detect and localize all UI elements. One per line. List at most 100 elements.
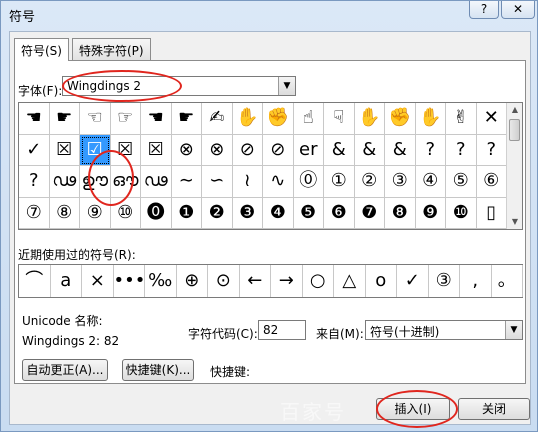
symbol-cell[interactable]: ? bbox=[415, 134, 446, 166]
symbol-cell[interactable]: & bbox=[354, 134, 385, 166]
symbol-cell[interactable]: ✕ bbox=[476, 103, 507, 135]
symbol-cell[interactable]: ഔ bbox=[110, 166, 141, 198]
symbol-cell[interactable]: ? bbox=[476, 134, 507, 166]
recent-symbol-cell[interactable]: a bbox=[51, 265, 82, 297]
chevron-down-icon[interactable]: ▼ bbox=[505, 321, 522, 339]
recent-symbols-label: 近期使用过的符号(R): bbox=[18, 248, 136, 262]
help-button[interactable]: ? bbox=[469, 1, 499, 19]
insert-button[interactable]: 插入(I) bbox=[376, 398, 450, 420]
symbol-cell[interactable]: ❿ bbox=[446, 197, 477, 229]
symbol-cell[interactable]: ❽ bbox=[385, 197, 416, 229]
symbol-cell[interactable]: ☒ bbox=[141, 134, 172, 166]
symbol-cell[interactable]: ② bbox=[354, 166, 385, 198]
recent-symbol-cell[interactable]: ⊙ bbox=[208, 265, 240, 297]
symbol-cell[interactable]: ☞ bbox=[110, 103, 141, 135]
symbol-cell[interactable]: ⊗ bbox=[202, 134, 233, 166]
symbol-cell[interactable]: ✍ bbox=[202, 103, 233, 135]
symbol-grid-scrollbar[interactable]: ▲ ▼ bbox=[506, 103, 522, 229]
symbol-cell[interactable]: ഢ bbox=[49, 166, 80, 198]
symbol-cell[interactable]: ☑ bbox=[80, 134, 111, 166]
symbol-cell[interactable]: ⑦ bbox=[19, 197, 50, 229]
symbol-cell[interactable]: ☒ bbox=[110, 134, 141, 166]
char-code-input[interactable]: 82 bbox=[258, 320, 306, 340]
symbol-cell[interactable]: ഢ bbox=[141, 166, 172, 198]
recent-symbol-cell[interactable]: ③ bbox=[429, 265, 460, 297]
recent-symbol-cell[interactable]: △ bbox=[334, 265, 366, 297]
symbol-cell[interactable]: ⓿ bbox=[141, 197, 172, 229]
symbol-cell[interactable]: ❶ bbox=[171, 197, 202, 229]
symbol-cell[interactable]: ▯ bbox=[476, 197, 507, 229]
symbol-cell[interactable]: ④ bbox=[415, 166, 446, 198]
symbol-cell[interactable]: ? bbox=[19, 166, 50, 198]
recent-symbol-cell[interactable]: × bbox=[82, 265, 114, 297]
tab-special-characters[interactable]: 特殊字符(P) bbox=[72, 38, 151, 60]
chevron-down-icon[interactable]: ▼ bbox=[278, 77, 295, 95]
recent-symbols-row: ⌒ a × ••• ‰ ⊕ ⊙ ← → ○ △ o ✓ ③,。 bbox=[18, 264, 523, 298]
symbol-cell[interactable]: ❸ bbox=[232, 197, 263, 229]
symbol-cell[interactable]: ⊘ bbox=[232, 134, 263, 166]
symbol-cell[interactable]: ☒ bbox=[49, 134, 80, 166]
symbol-cell[interactable]: ∼ bbox=[171, 166, 202, 198]
autocorrect-button[interactable]: 自动更正(A)... bbox=[22, 359, 108, 381]
symbol-cell[interactable]: ☝ bbox=[293, 103, 324, 135]
symbol-cell[interactable]: ❼ bbox=[354, 197, 385, 229]
symbol-cell[interactable]: ⑤ bbox=[446, 166, 477, 198]
symbol-cell[interactable]: ഊ bbox=[80, 166, 111, 198]
recent-symbol-cell[interactable]: ← bbox=[240, 265, 271, 297]
symbol-cell[interactable]: ☚ bbox=[141, 103, 172, 135]
symbol-cell[interactable]: ✌ bbox=[446, 103, 477, 135]
window-close-button[interactable]: ✕ bbox=[501, 1, 535, 19]
scroll-thumb[interactable] bbox=[509, 119, 520, 141]
symbol-cell[interactable]: ⊘ bbox=[263, 134, 294, 166]
symbol-cell[interactable]: ✋ bbox=[354, 103, 385, 135]
symbol-cell[interactable]: ⓪ bbox=[293, 166, 324, 198]
symbol-cell[interactable]: ⑩ bbox=[110, 197, 141, 229]
symbol-cell[interactable]: ❾ bbox=[415, 197, 446, 229]
symbol-cell[interactable]: ✊ bbox=[385, 103, 416, 135]
recent-symbol-cell[interactable]: → bbox=[271, 265, 303, 297]
scroll-up-icon[interactable]: ▲ bbox=[507, 103, 523, 117]
recent-symbol-cell[interactable]: , bbox=[460, 265, 492, 297]
recent-symbol-cell[interactable]: ○ bbox=[303, 265, 334, 297]
from-dropdown[interactable]: 符号(十进制) ▼ bbox=[365, 320, 523, 340]
symbol-cell[interactable]: ❷ bbox=[202, 197, 233, 229]
symbol-cell[interactable]: & bbox=[385, 134, 416, 166]
symbol-cell[interactable]: & bbox=[324, 134, 355, 166]
symbol-cell[interactable]: ☟ bbox=[324, 103, 355, 135]
symbol-cell[interactable]: ☜ bbox=[80, 103, 111, 135]
symbol-cell[interactable]: ✓ bbox=[19, 134, 50, 166]
symbol-cell[interactable]: ∿ bbox=[263, 166, 294, 198]
font-dropdown[interactable]: Wingdings 2 ▼ bbox=[62, 76, 296, 96]
watermark: 百家号 bbox=[280, 400, 346, 424]
recent-symbol-cell[interactable]: ✓ bbox=[397, 265, 429, 297]
symbol-cell[interactable]: ✋ bbox=[232, 103, 263, 135]
symbol-cell[interactable]: ? bbox=[446, 134, 477, 166]
scroll-down-icon[interactable]: ▼ bbox=[507, 215, 523, 229]
symbol-cell[interactable]: ⊗ bbox=[171, 134, 202, 166]
recent-symbol-cell[interactable]: ••• bbox=[114, 265, 145, 297]
tab-symbols[interactable]: 符号(S) bbox=[14, 38, 69, 61]
symbol-cell[interactable]: ∽ bbox=[202, 166, 233, 198]
symbol-cell[interactable]: ❺ bbox=[293, 197, 324, 229]
symbol-cell[interactable]: ✊ bbox=[263, 103, 294, 135]
symbol-cell[interactable]: ❹ bbox=[263, 197, 294, 229]
symbol-cell[interactable]: ⑥ bbox=[476, 166, 507, 198]
close-button[interactable]: 关闭 bbox=[458, 398, 530, 420]
symbol-cell[interactable]: ⑧ bbox=[49, 197, 80, 229]
symbol-cell[interactable]: ❻ bbox=[324, 197, 355, 229]
symbol-cell[interactable]: ① bbox=[324, 166, 355, 198]
symbol-cell[interactable]: ☚ bbox=[19, 103, 50, 135]
recent-symbol-cell[interactable]: ‰ bbox=[145, 265, 177, 297]
recent-symbol-cell[interactable]: 。 bbox=[492, 265, 523, 297]
recent-symbol-cell[interactable]: ⊕ bbox=[177, 265, 208, 297]
symbol-cell[interactable]: ☛ bbox=[49, 103, 80, 135]
symbol-cell[interactable]: er bbox=[293, 134, 324, 166]
shortcut-key-button[interactable]: 快捷键(K)... bbox=[122, 359, 194, 381]
recent-symbol-cell[interactable]: o bbox=[366, 265, 397, 297]
symbol-cell[interactable]: ☛ bbox=[171, 103, 202, 135]
symbol-cell[interactable]: ✋ bbox=[415, 103, 446, 135]
symbol-cell[interactable]: ③ bbox=[385, 166, 416, 198]
symbol-cell[interactable]: ⑨ bbox=[80, 197, 111, 229]
recent-symbol-cell[interactable]: ⌒ bbox=[19, 265, 51, 297]
symbol-cell[interactable]: ≀ bbox=[232, 166, 263, 198]
